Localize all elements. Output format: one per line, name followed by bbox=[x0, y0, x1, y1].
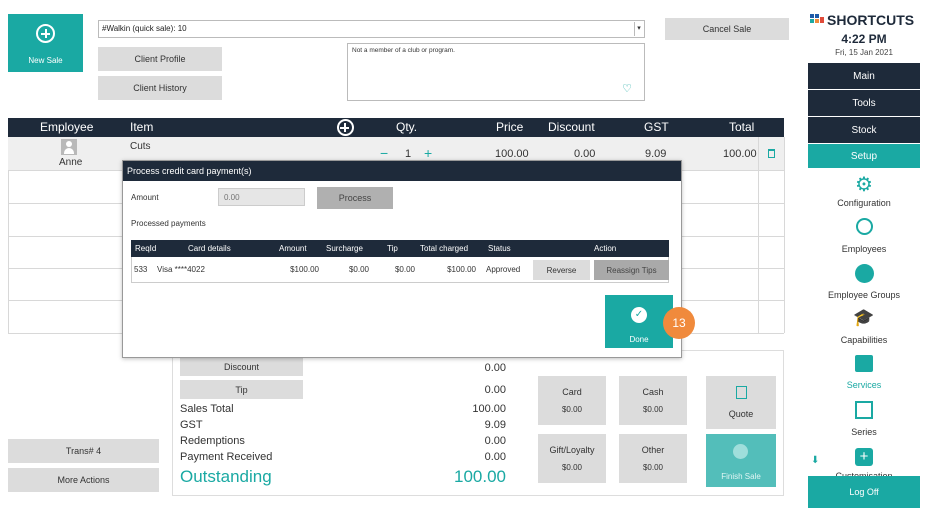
clock-time: 4:22 PM bbox=[841, 32, 887, 46]
sidebar-item-employees[interactable]: Employees bbox=[808, 244, 920, 254]
chevron-down-icon: ▾ bbox=[634, 22, 643, 36]
employee-icon[interactable] bbox=[808, 218, 920, 240]
client-profile-button[interactable]: Client Profile bbox=[98, 47, 222, 71]
employee-groups-icon[interactable] bbox=[808, 264, 920, 288]
modal-title-bar: Process credit card payment(s) bbox=[123, 161, 681, 181]
plus-circle-icon bbox=[36, 24, 55, 43]
tip-button[interactable]: Tip bbox=[180, 380, 303, 399]
item-table-header: Employee Item Qty. Price Discount GST To… bbox=[8, 118, 784, 137]
sidebar-item-series[interactable]: Series bbox=[808, 427, 920, 437]
document-icon bbox=[735, 386, 747, 399]
amount-input[interactable] bbox=[218, 188, 305, 206]
avatar bbox=[61, 139, 77, 155]
client-select[interactable]: #Walkin (quick sale): 10 ▾ bbox=[98, 20, 645, 38]
sidebar-item-configuration[interactable]: Configuration bbox=[808, 198, 920, 208]
sidebar-item-capabilities[interactable]: Capabilities bbox=[808, 335, 920, 345]
heart-hand-icon[interactable]: ♡ bbox=[622, 82, 632, 95]
payment-received-label: Payment Received bbox=[180, 451, 273, 463]
gst-label: GST bbox=[180, 419, 203, 431]
discount-value: 0.00 bbox=[484, 362, 506, 374]
payment-row: 533 Visa ****4022 $100.00 $0.00 $0.00 $1… bbox=[131, 257, 669, 283]
new-sale-label: New Sale bbox=[28, 56, 63, 65]
reverse-button[interactable]: Reverse bbox=[533, 260, 590, 280]
redemptions-value: 0.00 bbox=[484, 435, 506, 447]
col-discount: Discount bbox=[548, 120, 595, 134]
sidebar-item-services[interactable]: Services bbox=[808, 380, 920, 390]
row-qty[interactable]: 1 bbox=[405, 148, 411, 160]
client-notes-box: Not a member of a club or program. ♡ bbox=[347, 43, 645, 101]
shortcuts-logo-icon bbox=[810, 14, 824, 26]
sidebar-item-employee-groups[interactable]: Employee Groups bbox=[808, 290, 920, 300]
credit-card-payment-modal: Process credit card payment(s) Amount Pr… bbox=[122, 160, 695, 358]
row-employee: Anne bbox=[59, 157, 83, 168]
book-icon[interactable] bbox=[808, 355, 920, 377]
check-circle-icon bbox=[733, 444, 748, 459]
process-button[interactable]: Process bbox=[317, 187, 393, 209]
done-label: Done bbox=[629, 335, 649, 344]
sidebar-item-stock[interactable]: Stock bbox=[808, 117, 920, 143]
check-circle-icon: ✓ bbox=[631, 307, 647, 323]
col-total: Total bbox=[729, 120, 755, 134]
qty-minus-button[interactable]: − bbox=[380, 145, 388, 161]
add-item-icon[interactable] bbox=[337, 119, 354, 136]
tip-value: 0.00 bbox=[484, 384, 506, 396]
trash-icon[interactable] bbox=[768, 149, 775, 158]
col-employee: Employee bbox=[40, 120, 94, 134]
payment-received-value: 0.00 bbox=[484, 451, 506, 463]
gear-icon[interactable]: ⚙ bbox=[808, 172, 920, 197]
col-item: Item bbox=[130, 120, 154, 134]
row-gst: 9.09 bbox=[645, 148, 667, 160]
gift-loyalty-payment-button[interactable]: Gift/Loyalty $0.00 bbox=[538, 434, 606, 483]
more-actions-button[interactable]: More Actions bbox=[8, 468, 159, 492]
row-item: Cuts bbox=[130, 141, 151, 152]
sidebar-item-main[interactable]: Main bbox=[808, 63, 920, 89]
col-qty: Qty. bbox=[396, 120, 418, 134]
discount-button[interactable]: Discount bbox=[180, 357, 303, 376]
finish-sale-label: Finish Sale bbox=[721, 472, 761, 481]
trans-button[interactable]: Trans# 4 bbox=[8, 439, 159, 463]
row-total: 100.00 bbox=[723, 148, 757, 160]
row-discount[interactable]: 0.00 bbox=[574, 148, 595, 160]
new-sale-button[interactable]: New Sale bbox=[8, 14, 83, 72]
clock-date: Fri, 15 Jan 2021 bbox=[835, 48, 893, 57]
series-icon[interactable] bbox=[808, 401, 920, 424]
client-select-value: #Walkin (quick sale): 10 bbox=[102, 24, 187, 33]
graduation-cap-icon[interactable]: 🎓 bbox=[808, 308, 920, 328]
client-notes-text: Not a member of a club or program. bbox=[352, 47, 455, 54]
outstanding-label: Outstanding bbox=[180, 467, 272, 486]
gst-value: 9.09 bbox=[484, 419, 506, 431]
col-gst: GST bbox=[644, 120, 669, 134]
sidebar-item-tools[interactable]: Tools bbox=[808, 90, 920, 116]
outstanding-value: 100.00 bbox=[454, 467, 506, 486]
brand-name: SHORTCUTS bbox=[827, 12, 915, 28]
col-price: Price bbox=[496, 120, 524, 134]
card-payment-button[interactable]: Card $0.00 bbox=[538, 376, 606, 425]
other-payment-button[interactable]: Other $0.00 bbox=[619, 434, 687, 483]
qty-plus-button[interactable]: + bbox=[424, 145, 432, 161]
sales-total-value: 100.00 bbox=[472, 403, 506, 415]
cancel-sale-button[interactable]: Cancel Sale bbox=[665, 18, 789, 40]
cash-payment-button[interactable]: Cash $0.00 bbox=[619, 376, 687, 425]
processed-payments-label: Processed payments bbox=[131, 219, 206, 228]
row-price[interactable]: 100.00 bbox=[495, 148, 529, 160]
amount-label: Amount bbox=[131, 193, 159, 202]
modal-title: Process credit card payment(s) bbox=[127, 166, 252, 176]
reassign-tips-button[interactable]: Reassign Tips bbox=[594, 260, 669, 280]
logoff-button[interactable]: Log Off bbox=[808, 476, 920, 508]
client-history-button[interactable]: Client History bbox=[98, 76, 222, 100]
finish-sale-button[interactable]: Finish Sale bbox=[706, 434, 776, 487]
redemptions-label: Redemptions bbox=[180, 435, 245, 447]
step-badge: 13 bbox=[663, 307, 695, 339]
payments-table-header: ReqId Card details Amount Surcharge Tip … bbox=[131, 240, 669, 257]
sidebar-item-setup[interactable]: Setup bbox=[808, 144, 920, 168]
customisation-icon[interactable]: + bbox=[808, 448, 920, 466]
brand-logo: SHORTCUTS bbox=[810, 12, 920, 28]
quote-button[interactable]: Quote bbox=[706, 376, 776, 429]
sales-total-label: Sales Total bbox=[180, 403, 234, 415]
